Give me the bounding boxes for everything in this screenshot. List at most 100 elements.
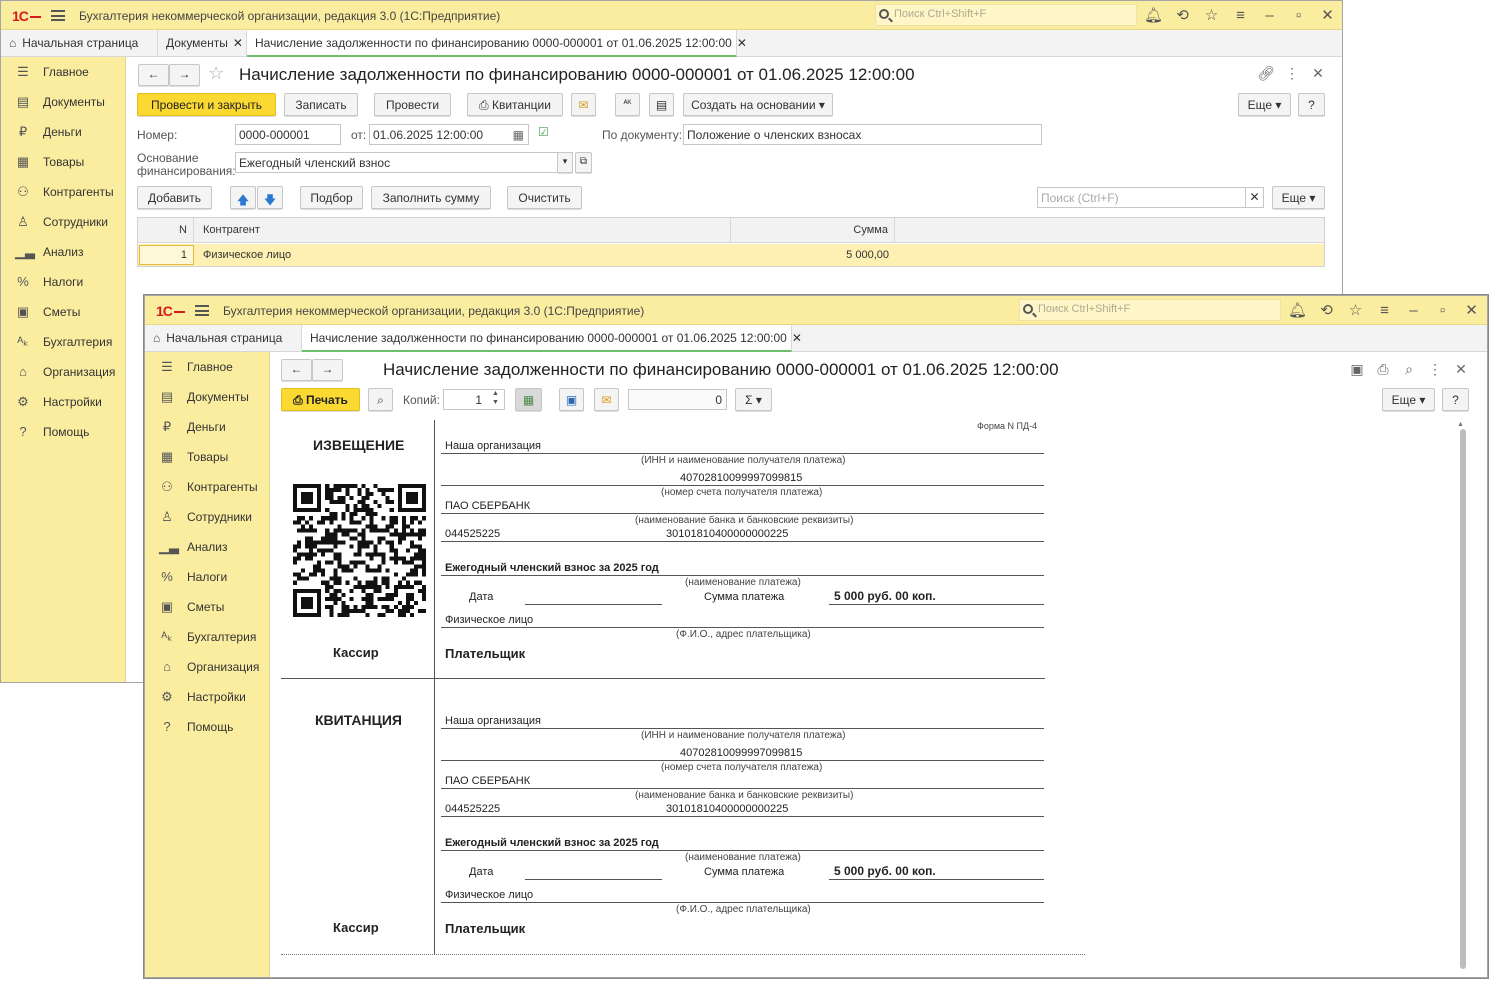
close-tab-icon[interactable]: ✕ [792,331,802,345]
help-button[interactable]: ? [1442,388,1469,411]
sidebar-item-money[interactable]: ₽ Деньги [1,117,125,147]
pick-button[interactable]: Подбор [300,186,363,209]
restore-icon[interactable]: ▫ [1428,302,1457,319]
app-logo[interactable]: 1С [12,8,41,24]
col-contractor-header[interactable]: Контрагент [195,218,731,242]
tab-documents[interactable]: Документы ✕ [158,30,247,57]
sidebar-item-taxes[interactable]: % Налоги [145,562,269,592]
sidebar-item-analysis[interactable]: ▁▃ Анализ [1,237,125,267]
sidebar-item-contractors[interactable]: ⚇ Контрагенты [1,177,125,207]
main-menu-icon[interactable] [51,10,65,21]
edit-mode-button[interactable]: ▦ [515,388,542,411]
minimize-icon[interactable]: – [1399,302,1428,319]
bell-icon[interactable]: 🔔︎ [1139,6,1168,24]
members-table[interactable]: N Контрагент Сумма 1 Физическое лицо 5 0… [137,217,1325,267]
save-icon[interactable]: ▣ [1344,361,1370,378]
preview-button[interactable]: ⌕ [368,388,393,411]
number-field[interactable]: 0000-000001 [235,124,341,145]
history-icon[interactable]: ⟲ [1168,6,1197,24]
bell-icon[interactable]: 🔔︎ [1283,301,1312,319]
minimize-icon[interactable]: – [1255,7,1284,24]
sidebar-item-estimates[interactable]: ▣ Сметы [145,592,269,622]
check-edit-icon[interactable]: ☑ [538,125,549,139]
back-button[interactable]: ← [138,64,169,86]
save-file-button[interactable]: ▣ [559,388,584,411]
basis-field[interactable]: Ежегодный членский взнос [235,152,573,173]
global-search-input[interactable]: Поиск Ctrl+Shift+F [875,4,1137,26]
close-icon[interactable]: ✕ [1313,6,1342,24]
sidebar-item-employees[interactable]: ♙ Сотрудники [1,207,125,237]
basis-dropdown-icon[interactable]: ▾ [557,152,573,173]
restore-icon[interactable]: ▫ [1284,7,1313,24]
sidebar-item-employees[interactable]: ♙ Сотрудники [145,502,269,532]
link-icon[interactable]: 🔗︎ [1253,65,1279,82]
clear-search-icon[interactable]: ✕ [1245,188,1263,207]
settings-lines-icon[interactable]: ≡ [1226,7,1255,24]
forward-button[interactable]: → [169,64,200,86]
row-contractor[interactable]: Физическое лицо [195,244,731,266]
printer-icon[interactable]: ⎙ [1370,361,1396,378]
sum-mode-button[interactable]: Σ ▾ [735,388,772,411]
sidebar-item-help[interactable]: ? Помощь [145,712,269,742]
favorite-star-icon[interactable]: ☆ [208,63,224,84]
row-n[interactable]: 1 [139,245,194,265]
sidebar-item-goods[interactable]: ▦ Товары [145,442,269,472]
more-button[interactable]: Еще ▾ [1382,388,1435,411]
vertical-scrollbar[interactable] [1460,429,1466,969]
email-button[interactable]: ✉ [594,388,619,411]
receipts-button[interactable]: ⎙ Квитанции [467,93,563,116]
col-sum-header[interactable]: Сумма [732,218,895,242]
help-button[interactable]: ? [1298,93,1325,116]
move-down-button[interactable]: 🡇 [257,186,283,209]
main-menu-icon[interactable] [195,305,209,316]
app-logo[interactable]: 1С [156,303,185,319]
close-tab-icon[interactable]: ✕ [233,36,243,50]
sidebar-item-accounting[interactable]: ᴬₖ Бухгалтерия [145,622,269,652]
more-button[interactable]: Еще ▾ [1238,93,1291,116]
sidebar-item-organization[interactable]: ⌂ Организация [145,652,269,682]
sidebar-item-help[interactable]: ? Помощь [1,417,125,447]
sidebar-item-accounting[interactable]: ᴬₖ Бухгалтерия [1,327,125,357]
close-icon[interactable]: ✕ [1448,361,1474,378]
email-button[interactable]: ✉ [571,93,596,116]
by-document-field[interactable]: Положение о членских взносах [683,124,1042,145]
clear-button[interactable]: Очистить [507,186,582,209]
sidebar-item-money[interactable]: ₽ Деньги [145,412,269,442]
forward-button[interactable]: → [312,359,343,381]
back-button[interactable]: ← [281,359,312,381]
tab-home[interactable]: ⌂ Начальная страница [145,325,302,352]
print-button[interactable]: ⎙ Печать [281,388,360,411]
col-n-header[interactable]: N [138,218,194,242]
close-icon[interactable]: ✕ [1457,301,1486,319]
sidebar-item-taxes[interactable]: % Налоги [1,267,125,297]
row-sum[interactable]: 5 000,00 [732,244,895,266]
calendar-icon[interactable]: ▦ [513,128,524,142]
add-button[interactable]: Добавить [137,186,212,209]
sidebar-item-analysis[interactable]: ▁▃ Анализ [145,532,269,562]
sidebar-item-settings[interactable]: ⚙ Настройки [1,387,125,417]
sidebar-item-goods[interactable]: ▦ Товары [1,147,125,177]
sidebar-item-contractors[interactable]: ⚇ Контрагенты [145,472,269,502]
grid-search-input[interactable]: Поиск (Ctrl+F) ✕ [1037,187,1264,208]
star-icon[interactable]: ☆ [1341,301,1370,319]
more-vert-icon[interactable]: ⋮ [1422,361,1448,378]
sidebar-item-documents[interactable]: ▤ Документы [145,382,269,412]
scroll-up-icon[interactable]: ▲ [1457,421,1464,428]
sidebar-item-estimates[interactable]: ▣ Сметы [1,297,125,327]
fill-sum-button[interactable]: Заполнить сумму [371,186,491,209]
copies-spinner-icon[interactable]: ▲ ▼ [492,389,499,407]
sidebar-item-main[interactable]: ☰ Главное [1,57,125,87]
settings-lines-icon[interactable]: ≡ [1370,302,1399,319]
close-tab-icon[interactable]: ✕ [737,36,747,50]
dt-kt-button[interactable]: ᴬᴷ [615,93,640,116]
post-button[interactable]: Провести [374,93,451,116]
grid-more-button[interactable]: Еще ▾ [1272,186,1325,209]
history-icon[interactable]: ⟲ [1312,301,1341,319]
star-icon[interactable]: ☆ [1197,6,1226,24]
preview-icon[interactable]: ⌕ [1396,361,1422,378]
save-button[interactable]: Записать [284,93,358,116]
tab-home[interactable]: ⌂ Начальная страница [1,30,158,57]
tab-accrual-print[interactable]: Начисление задолженности по финансирован… [302,325,802,352]
date-field[interactable]: 01.06.2025 12:00:00 ▦ [369,124,529,145]
structure-button[interactable]: ▤ [649,93,674,116]
